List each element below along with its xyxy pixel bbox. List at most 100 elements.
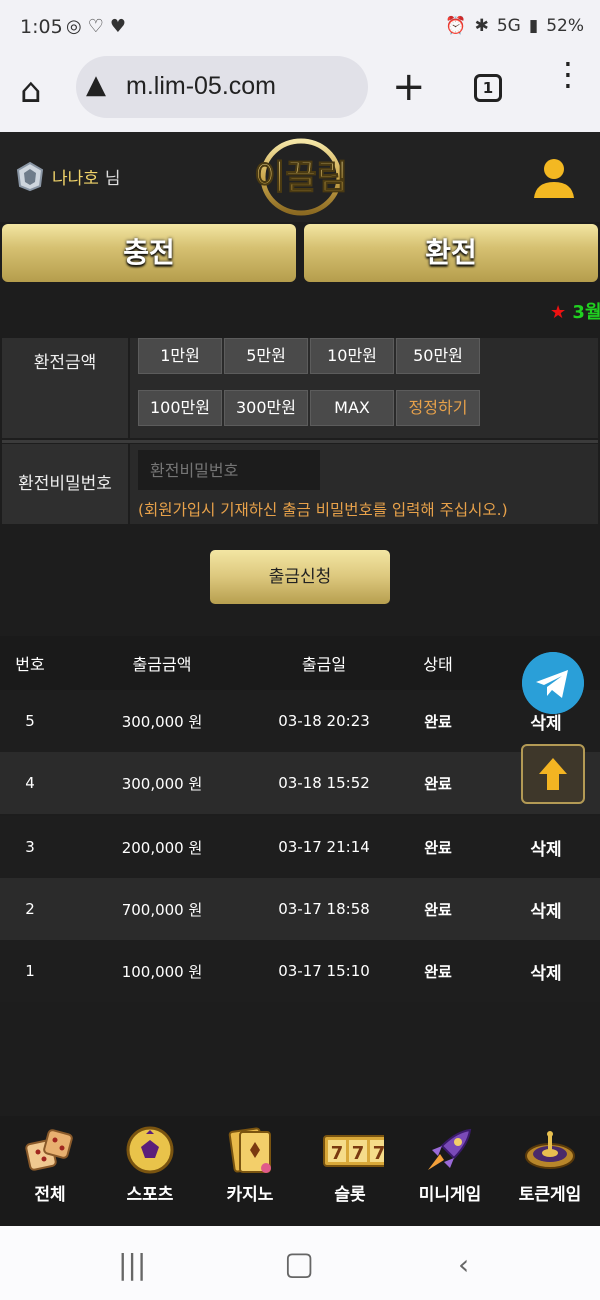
col-amount: 출금금액: [132, 655, 192, 674]
site-header: 나나호 님 이끌림: [0, 132, 600, 222]
reset-amount-button[interactable]: 정정하기: [396, 390, 480, 426]
home-nav-icon[interactable]: ▢: [284, 1244, 314, 1282]
nav-label: 스포츠: [126, 1185, 174, 1205]
nav-casino[interactable]: 카지노: [200, 1116, 300, 1226]
password-note: (회원가입시 기재하신 출금 비밀번호를 입력해 주십시오.): [138, 501, 508, 519]
level-badge-icon: [16, 161, 44, 192]
amount-50man-button[interactable]: 50만원: [396, 338, 480, 374]
table-row: 4 300,000 원 03-18 15:52 완료: [0, 752, 600, 814]
row-amount: 100,000 원: [121, 962, 203, 981]
amount-5man-button[interactable]: 5만원: [224, 338, 308, 374]
charge-button[interactable]: 충전: [2, 224, 296, 282]
row-status: 완료: [424, 774, 452, 793]
amount-label: 환전금액: [2, 338, 128, 438]
password-area: (회원가입시 기재하신 출금 비밀번호를 입력해 주십시오.): [130, 444, 598, 524]
more-menu-icon[interactable]: ⋮: [552, 58, 584, 90]
delete-button[interactable]: 삭제: [506, 940, 586, 1002]
withdraw-submit-button[interactable]: 출금신청: [210, 550, 390, 604]
row-amount: 300,000 원: [121, 774, 203, 793]
nav-token-game[interactable]: 토큰게임: [500, 1116, 600, 1226]
profile-icon[interactable]: [530, 154, 578, 202]
nav-label: 전체: [34, 1185, 66, 1205]
site-logo[interactable]: 이끌림: [246, 134, 356, 220]
roulette-icon: [525, 1131, 575, 1169]
dice-icon: [25, 1129, 73, 1171]
user-info[interactable]: 나나호 님: [14, 160, 121, 192]
soccer-ball-icon: [126, 1126, 174, 1174]
table-header: 번호 출금금액 출금일 상태: [0, 636, 600, 690]
row-date: 03-18 20:23: [278, 712, 370, 730]
row-date: 03-17 21:14: [278, 838, 370, 856]
rocket-icon: [428, 1128, 472, 1170]
system-icons: ⏰ ✱ 5G ▮ 52%: [445, 16, 584, 36]
address-bar[interactable]: ▲ m.lim-05.com: [76, 56, 368, 118]
scroll-top-button[interactable]: [521, 744, 585, 804]
back-icon[interactable]: ‹: [458, 1248, 469, 1281]
star-icon: ★: [550, 302, 567, 323]
col-number: 번호: [15, 655, 45, 674]
notice-marquee: ★ 3월: [550, 298, 600, 324]
new-tab-icon[interactable]: +: [392, 64, 426, 110]
logo-text: 이끌림: [254, 158, 348, 198]
nav-all[interactable]: 전체: [0, 1116, 100, 1226]
warning-icon[interactable]: ▲: [86, 70, 106, 100]
android-nav-bar: ||| ▢ ‹: [0, 1226, 600, 1300]
bluetooth-icon: ✱: [474, 16, 489, 36]
nav-label: 토큰게임: [518, 1185, 582, 1205]
amount-buttons: 1만원 5만원 10만원 50만원 100만원 300만원 MAX 정정하기: [130, 338, 598, 438]
recent-apps-icon[interactable]: |||: [118, 1248, 146, 1281]
nav-sports[interactable]: 스포츠: [100, 1116, 200, 1226]
amount-1man-button[interactable]: 1만원: [138, 338, 222, 374]
row-number: 4: [25, 774, 35, 792]
table-row: 1 100,000 원 03-17 15:10 완료 삭제: [0, 940, 600, 1002]
browser-toolbar: ⌂ ▲ m.lim-05.com + 1 ⋮: [0, 56, 600, 132]
home-icon[interactable]: ⌂: [20, 71, 60, 111]
row-status: 완료: [424, 838, 452, 857]
nav-slot[interactable]: 7 7 7 슬롯: [300, 1116, 400, 1226]
row-number: 1: [25, 962, 35, 980]
amount-300man-button[interactable]: 300만원: [224, 390, 308, 426]
notification-icons: ◎♡♥: [66, 16, 132, 37]
bottom-nav: 전체 스포츠 카지노 7 7 7 슬롯 미니게임 토큰게임: [0, 1116, 600, 1226]
svg-text:7: 7: [352, 1143, 365, 1164]
row-status: 완료: [424, 962, 452, 981]
network-icon: 5G: [496, 16, 521, 36]
amount-max-button[interactable]: MAX: [310, 390, 394, 426]
nav-minigame[interactable]: 미니게임: [400, 1116, 500, 1226]
row-date: 03-17 15:10: [278, 962, 370, 980]
nav-label: 미니게임: [418, 1185, 482, 1205]
row-amount: 200,000 원: [121, 838, 203, 857]
amount-10man-button[interactable]: 10만원: [310, 338, 394, 374]
slot-777-icon: 7 7 7: [323, 1135, 384, 1167]
col-status: 상태: [423, 655, 453, 674]
row-number: 2: [25, 900, 35, 918]
row-date: 03-18 15:52: [278, 774, 370, 792]
marquee-text: 3월: [572, 302, 600, 323]
nav-label: 카지노: [226, 1185, 274, 1205]
row-number: 5: [25, 712, 35, 730]
row-amount: 700,000 원: [121, 900, 203, 919]
table-row: 3 200,000 원 03-17 21:14 완료 삭제: [0, 816, 600, 878]
table-row: 2 700,000 원 03-17 18:58 완료 삭제: [0, 878, 600, 940]
exchange-button[interactable]: 환전: [304, 224, 598, 282]
arrow-up-icon: [539, 758, 567, 790]
password-input[interactable]: [138, 450, 320, 490]
telegram-icon[interactable]: [522, 652, 584, 714]
row-status: 완료: [424, 900, 452, 919]
amount-100man-button[interactable]: 100만원: [138, 390, 222, 426]
row-status: 완료: [424, 712, 452, 731]
cards-icon: [228, 1127, 271, 1173]
status-time: 1:05: [20, 16, 63, 38]
url-text[interactable]: m.lim-05.com: [126, 72, 276, 101]
tab-count-button[interactable]: 1: [474, 74, 502, 102]
row-date: 03-17 18:58: [278, 900, 370, 918]
delete-button[interactable]: 삭제: [506, 878, 586, 940]
signal-icon: ▮: [528, 16, 539, 36]
username-suffix: 님: [104, 168, 121, 189]
delete-button[interactable]: 삭제: [506, 816, 586, 878]
col-date: 출금일: [301, 655, 347, 674]
battery-text: 52%: [546, 16, 584, 36]
nav-label: 슬롯: [334, 1185, 366, 1205]
row-amount: 300,000 원: [121, 712, 203, 731]
svg-text:7: 7: [331, 1143, 344, 1164]
